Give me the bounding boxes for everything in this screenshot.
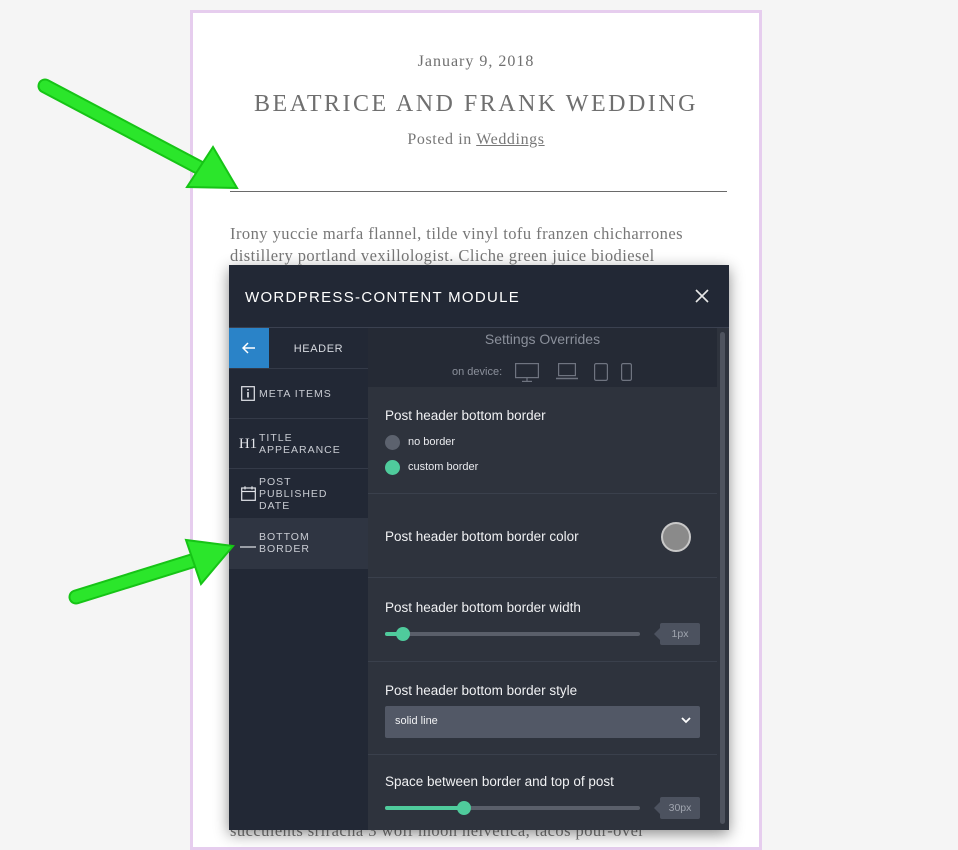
border-style-select[interactable]: solid line <box>385 706 700 738</box>
radio-dot <box>385 435 400 450</box>
section-label: HEADER <box>293 343 344 355</box>
slider-thumb[interactable] <box>395 627 410 641</box>
laptop-icon[interactable] <box>556 363 578 380</box>
sidebar-item-meta-items[interactable]: META ITEMS <box>229 368 368 418</box>
sidebar-item-label: BOTTOM BORDER <box>259 531 310 555</box>
sidebar-item-label: TITLE APPEARANCE <box>259 432 341 456</box>
module-title: WORDPRESS-CONTENT MODULE <box>245 289 521 306</box>
setting-label: Space between border and top of post <box>385 774 614 789</box>
radio-label: custom border <box>408 461 479 473</box>
sidebar-item-post-published-date[interactable]: POST PUBLISHED DATE <box>229 468 368 518</box>
spacing-setting: Space between border and top of post 30p… <box>368 755 717 830</box>
arrow-left-icon <box>241 342 255 354</box>
heading-h1-icon: H1 <box>238 436 258 452</box>
back-button[interactable] <box>229 328 269 368</box>
border-toggle-setting: Post header bottom border no border cust… <box>368 387 717 494</box>
module-header: WORDPRESS-CONTENT MODULE <box>229 265 729 328</box>
post-title: BEATRICE AND FRANK WEDDING <box>254 91 698 117</box>
post-body-text: Irony yuccie marfa flannel, tilde vinyl … <box>230 223 727 267</box>
sidebar-item-label: META ITEMS <box>259 388 332 400</box>
posted-in-prefix: Posted in <box>407 131 477 148</box>
select-value: solid line <box>395 715 438 727</box>
border-width-setting: Post header bottom border width 1px <box>368 578 717 662</box>
close-button[interactable] <box>689 283 715 309</box>
border-color-swatch[interactable] <box>661 522 691 552</box>
slider-thumb[interactable] <box>457 801 472 815</box>
on-device-label: on device: <box>452 366 503 378</box>
post-category-line: Posted in Weddings <box>193 131 759 149</box>
border-style-setting: Post header bottom border style solid li… <box>368 662 717 755</box>
chevron-down-icon <box>681 717 691 724</box>
border-width-value: 1px <box>654 623 700 645</box>
underline-icon <box>234 518 262 568</box>
setting-label: Post header bottom border width <box>385 600 581 615</box>
info-icon <box>234 369 262 419</box>
desktop-icon[interactable] <box>515 363 539 382</box>
phone-icon[interactable] <box>621 363 632 381</box>
sidebar-item-label: POST PUBLISHED DATE <box>259 476 328 512</box>
settings-scrollbar[interactable] <box>720 332 725 824</box>
post-body-line: Irony yuccie marfa flannel, tilde vinyl … <box>230 224 684 243</box>
border-color-setting: Post header bottom border color <box>368 494 717 578</box>
spacing-slider[interactable] <box>385 801 640 815</box>
setting-label: Post header bottom border style <box>385 683 578 698</box>
category-link[interactable]: Weddings <box>476 131 544 148</box>
wordpress-content-module-panel: WORDPRESS-CONTENT MODULE HEADER META ITE… <box>229 265 729 830</box>
calendar-icon <box>234 469 262 519</box>
setting-label: Post header bottom border <box>385 408 546 423</box>
post-date: January 9, 2018 <box>417 53 535 70</box>
slider-fill <box>385 806 465 810</box>
settings-pane: Settings Overrides on device: Post heade… <box>368 328 729 830</box>
radio-label: no border <box>408 436 456 448</box>
tablet-icon[interactable] <box>594 363 608 381</box>
post-body-line: distillery portland vexillologist. Clich… <box>230 246 655 265</box>
border-width-slider[interactable] <box>385 627 640 641</box>
sidebar-item-bottom-border[interactable]: BOTTOM BORDER <box>229 518 368 569</box>
module-sidebar: HEADER META ITEMS H1 TITLE APPEARANCE PO… <box>229 328 368 830</box>
sidebar-item-title-appearance[interactable]: H1 TITLE APPEARANCE <box>229 418 368 468</box>
close-icon <box>695 289 709 303</box>
radio-dot-selected <box>385 460 400 475</box>
settings-overrides-bar: Settings Overrides on device: <box>368 328 717 387</box>
setting-label: Post header bottom border color <box>385 529 579 544</box>
spacing-value: 30px <box>654 797 700 819</box>
settings-overrides-title: Settings Overrides <box>484 331 601 347</box>
post-header-bottom-border <box>230 191 727 192</box>
